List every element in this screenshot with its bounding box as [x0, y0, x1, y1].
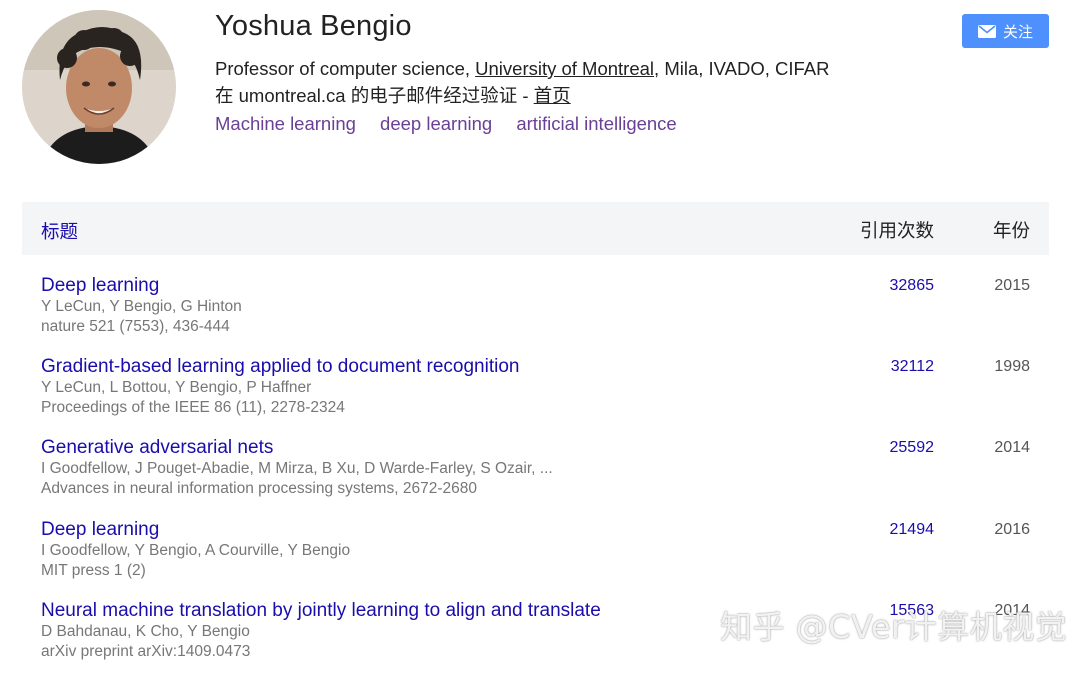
- citation-count[interactable]: 21494: [854, 521, 935, 539]
- table-row: Deep learning I Goodfellow, Y Bengio, A …: [22, 519, 1049, 599]
- paper-authors: Y LeCun, Y Bengio, G Hinton: [41, 298, 242, 315]
- paper-title[interactable]: Deep learning: [41, 275, 159, 297]
- publication-year: 2014: [994, 439, 1030, 456]
- follow-label: 关注: [1002, 23, 1033, 41]
- publication-year: 2015: [994, 277, 1030, 294]
- profile-photo: [22, 10, 176, 164]
- affiliation: Professor of computer science, Universit…: [215, 58, 829, 80]
- table-row: Deep learning Y LeCun, Y Bengio, G Hinto…: [22, 275, 1049, 355]
- sort-by-title[interactable]: 标题: [41, 218, 78, 244]
- citation-count[interactable]: 32865: [854, 277, 935, 295]
- affiliation-suffix: , Mila, IVADO, CIFAR: [654, 58, 830, 79]
- paper-venue: nature 521 (7553), 436-444: [41, 318, 230, 335]
- paper-authors: I Goodfellow, J Pouget-Abadie, M Mirza, …: [41, 460, 553, 477]
- paper-title[interactable]: Generative adversarial nets: [41, 437, 273, 459]
- paper-authors: I Goodfellow, Y Bengio, A Courville, Y B…: [41, 542, 351, 559]
- profile-name: Yoshua Bengio: [215, 10, 412, 42]
- table-row: Neural machine translation by jointly le…: [22, 600, 1049, 680]
- publication-year: 2016: [994, 521, 1030, 538]
- research-interests: Machine learning deep learning artificia…: [215, 113, 696, 135]
- paper-title[interactable]: Deep learning: [41, 519, 159, 541]
- citation-count[interactable]: 15563: [854, 602, 935, 620]
- citation-count[interactable]: 32112: [854, 358, 934, 376]
- envelope-icon: [977, 24, 996, 38]
- affiliation-prefix: Professor of computer science,: [215, 58, 476, 79]
- interest-link[interactable]: Machine learning: [215, 113, 356, 134]
- table-row: Generative adversarial nets I Goodfellow…: [22, 437, 1049, 517]
- homepage-link[interactable]: 首页: [534, 85, 571, 106]
- publication-year: 1998: [994, 358, 1030, 375]
- email-text: 在 umontreal.ca 的电子邮件经过验证 -: [215, 85, 534, 106]
- publication-year: 2014: [994, 602, 1030, 619]
- paper-authors: Y LeCun, L Bottou, Y Bengio, P Haffner: [41, 379, 312, 396]
- paper-venue: MIT press 1 (2): [41, 562, 146, 579]
- interest-link[interactable]: artificial intelligence: [516, 113, 676, 134]
- citation-count[interactable]: 25592: [854, 439, 935, 457]
- paper-title[interactable]: Neural machine translation by jointly le…: [41, 600, 601, 622]
- sort-by-year[interactable]: 年份: [993, 217, 1030, 243]
- table-row: Gradient-based learning applied to docum…: [22, 356, 1049, 436]
- paper-venue: Advances in neural information processin…: [41, 480, 477, 497]
- paper-venue: Proceedings of the IEEE 86 (11), 2278-23…: [41, 399, 345, 416]
- interest-link[interactable]: deep learning: [380, 113, 492, 134]
- follow-button[interactable]: 关注: [962, 14, 1049, 48]
- email-verification: 在 umontreal.ca 的电子邮件经过验证 - 首页: [215, 82, 571, 108]
- table-header: 标题 引用次数 年份: [22, 202, 1049, 255]
- sort-by-citations[interactable]: 引用次数: [860, 217, 934, 243]
- affiliation-link[interactable]: University of Montreal: [475, 58, 654, 79]
- paper-title[interactable]: Gradient-based learning applied to docum…: [41, 356, 519, 378]
- paper-authors: D Bahdanau, K Cho, Y Bengio: [41, 623, 250, 640]
- paper-venue: arXiv preprint arXiv:1409.0473: [41, 643, 251, 660]
